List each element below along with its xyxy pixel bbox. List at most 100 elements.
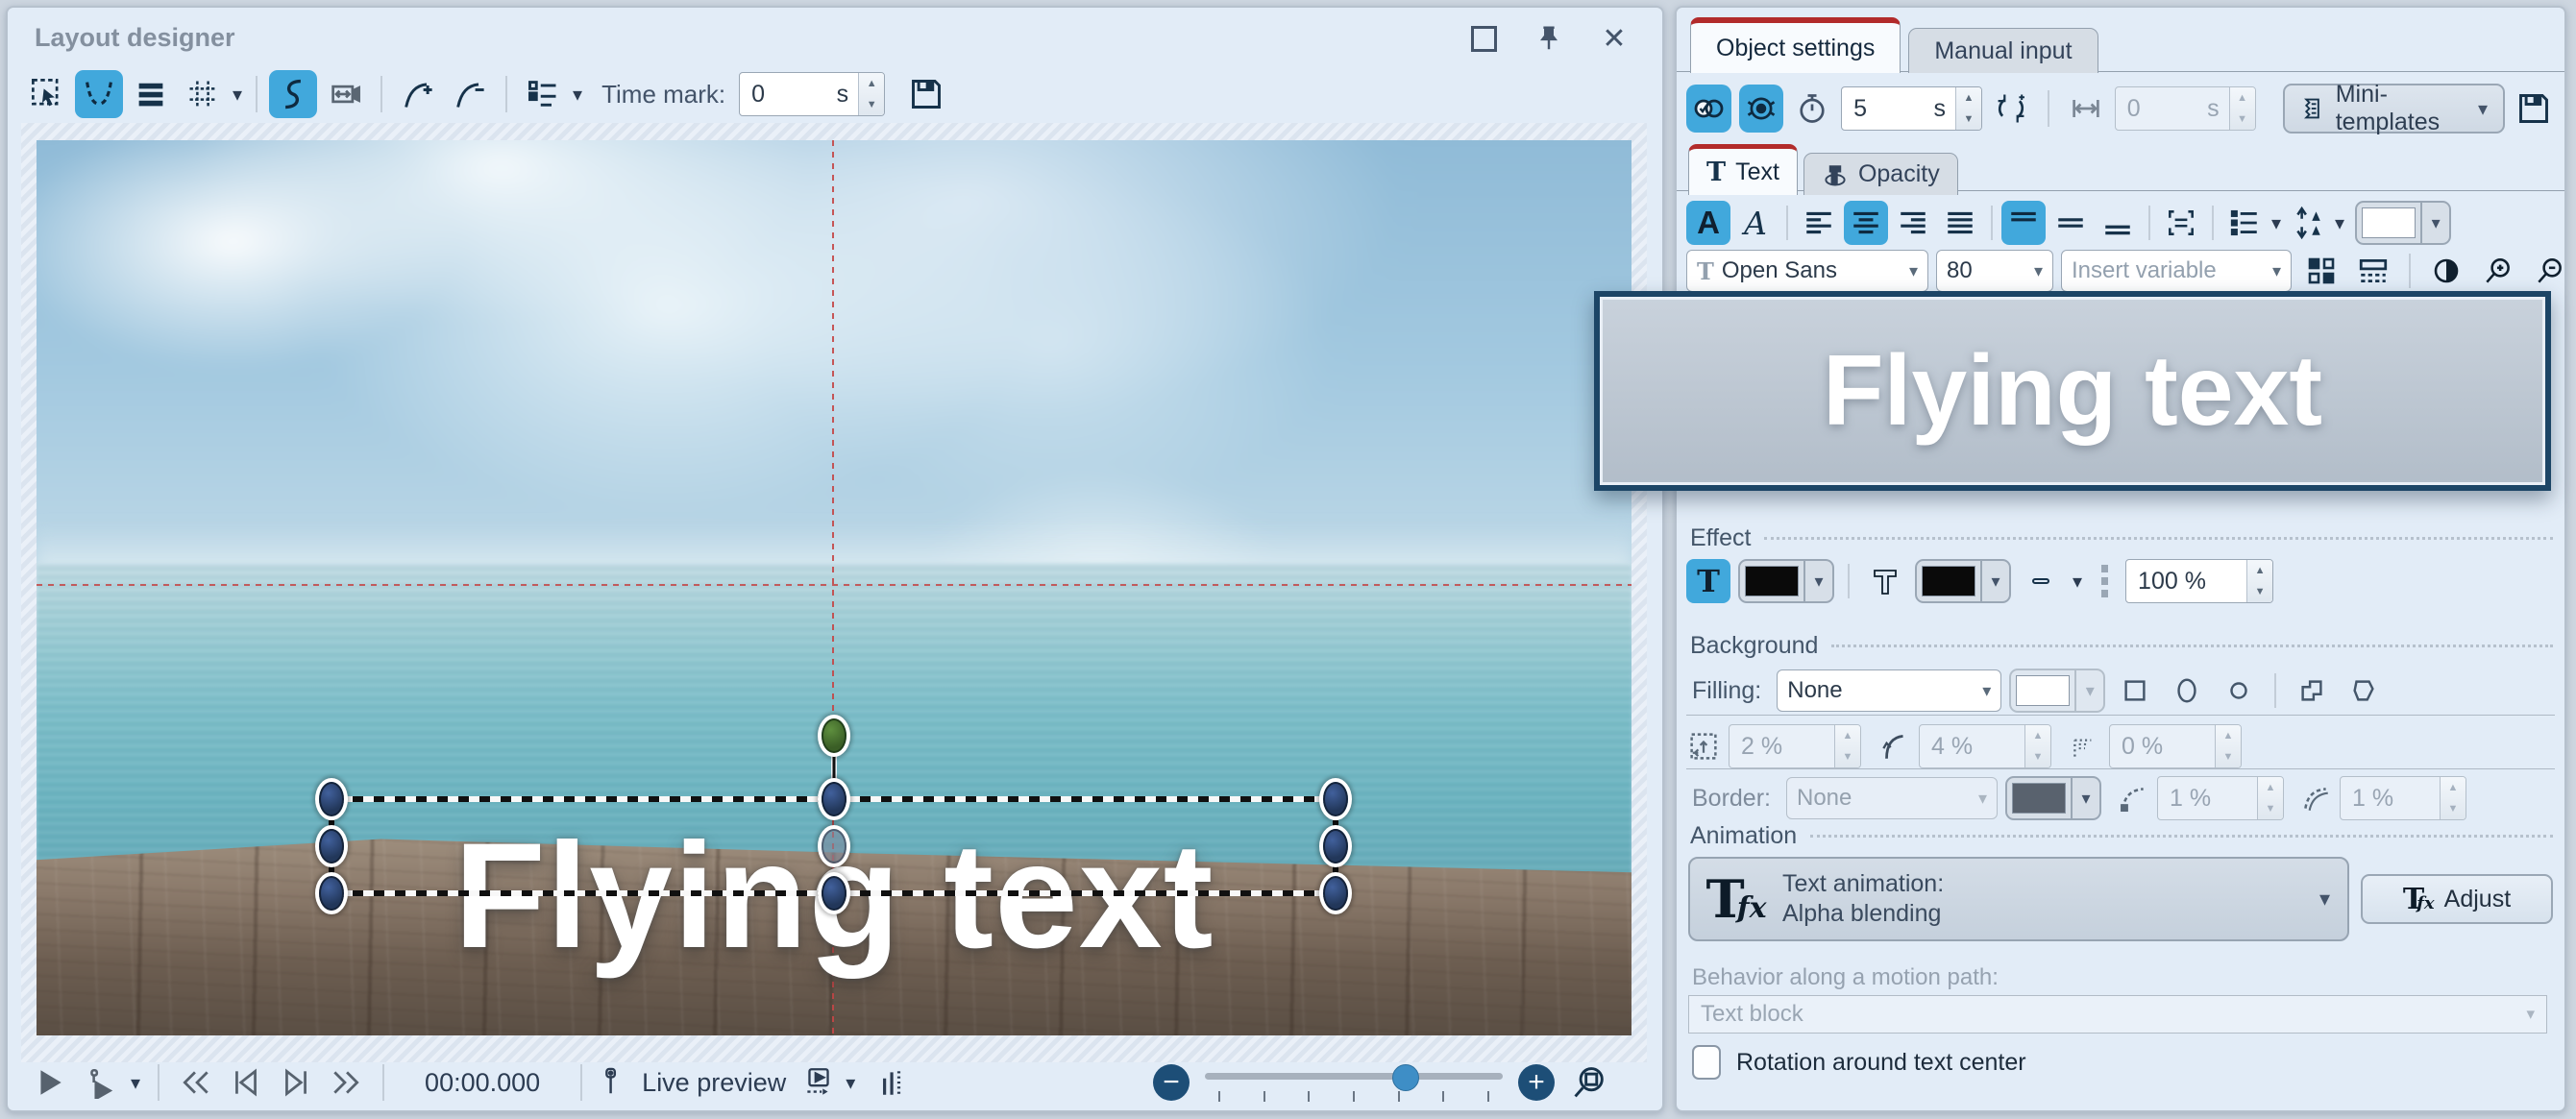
align-right-button[interactable] [1891,201,1935,245]
handle-center[interactable] [821,829,846,864]
insert-variable-select[interactable]: Insert variable ▾ [2061,250,2292,292]
text-outline-color-picker[interactable]: ▾ [1915,559,2011,603]
add-curve-point-button[interactable] [394,70,442,118]
text-effect-arrow[interactable]: ▾ [2073,570,2082,594]
duration-value[interactable]: 5 [1842,87,1933,130]
align-left-button[interactable] [1797,201,1841,245]
text-box-fit-button[interactable] [2159,201,2203,245]
shape-rectangle-button[interactable] [2113,669,2157,713]
list-style-button[interactable] [2222,201,2267,245]
font-color-swatch[interactable] [2362,207,2417,238]
border-color-swatch[interactable] [2011,783,2066,814]
visibility-toggle[interactable] [1738,85,1784,133]
text-outline-toggle[interactable] [1863,559,1907,603]
play-options-arrow[interactable]: ▾ [131,1071,140,1095]
border-color-picker[interactable]: ▾ [2004,776,2101,820]
shape-circle-button[interactable] [2217,669,2261,713]
contrast-button[interactable] [2424,249,2468,293]
zoom-fit-icon[interactable] [1570,1063,1608,1102]
layers-button[interactable] [127,70,175,118]
text-fill-toggle[interactable]: T [1686,559,1730,603]
handle-middle-right[interactable] [1323,829,1348,864]
curve-tool-button[interactable] [269,70,318,118]
shape-custom2-button[interactable] [2342,669,2386,713]
adjust-animation-button[interactable]: Tfx Adjust [2361,874,2553,924]
play-from-marker-button[interactable] [79,1061,121,1104]
text-outline-swatch[interactable] [1922,566,1975,596]
zoom-in-text-button[interactable] [2476,249,2520,293]
play-button[interactable] [29,1061,71,1104]
preview-options-arrow[interactable]: ▾ [846,1071,855,1095]
line-spacing-button[interactable] [2286,201,2330,245]
time-mark-input[interactable]: 0 s ▲ ▼ [739,72,886,116]
tab-text[interactable]: T Text [1688,144,1798,195]
font-size-select[interactable]: 80 ▾ [1936,250,2053,292]
valign-middle-button[interactable] [2049,201,2093,245]
handle-bottom-left[interactable] [319,876,344,911]
effect-opacity-input[interactable]: 100 % ▲ ▼ [2125,559,2274,603]
shape-custom1-button[interactable] [2290,669,2334,713]
line-spacing-arrow[interactable]: ▾ [2335,211,2344,235]
layout-canvas[interactable]: Flying text [37,140,1631,1035]
duration-input[interactable]: 5 s ▲ ▼ [1841,86,1982,131]
handle-top-right[interactable] [1323,782,1348,816]
list-style-arrow[interactable]: ▾ [2271,211,2281,235]
font-color-arrow[interactable]: ▾ [2420,203,2449,243]
character-map-button[interactable] [2299,249,2343,293]
fast-forward-button[interactable] [325,1061,367,1104]
close-button[interactable]: ✕ [1593,17,1635,60]
filling-select[interactable]: None ▾ [1777,669,2002,712]
tab-opacity[interactable]: Opacity [1803,153,1958,195]
grid-dropdown-arrow[interactable]: ▾ [233,83,242,107]
skip-end-button[interactable] [275,1061,317,1104]
auto-duration-button[interactable] [1990,85,2032,132]
skip-start-button[interactable] [225,1061,267,1104]
pin-button[interactable] [1528,17,1570,60]
tab-manual-input[interactable]: Manual input [1908,28,2098,73]
object-list-dropdown-arrow[interactable]: ▾ [573,83,582,107]
align-center-button[interactable] [1844,201,1888,245]
mini-templates-button[interactable]: Mini-templates ▾ [2282,81,2505,135]
zoom-in-button[interactable]: + [1518,1064,1555,1101]
rotation-handle[interactable] [821,718,846,753]
font-family-select[interactable]: T Open Sans ▾ [1686,250,1928,292]
valign-bottom-button[interactable] [2096,201,2140,245]
maximize-button[interactable] [1462,17,1505,60]
handle-top-center[interactable] [821,782,846,816]
tab-object-settings[interactable]: Object settings [1690,17,1901,73]
duration-spinner[interactable]: ▲ ▼ [1955,87,1981,130]
zoom-out-text-button[interactable] [2528,249,2572,293]
handle-bottom-center[interactable] [821,876,846,911]
handle-top-left[interactable] [319,782,344,816]
rewind-button[interactable] [175,1061,217,1104]
object-list-button[interactable] [519,70,567,118]
save-object-button[interactable] [2513,85,2555,132]
time-mark-spinner[interactable]: ▲ ▼ [858,73,885,115]
selection-box[interactable] [319,718,1348,911]
motion-path-tool-button[interactable] [75,70,123,118]
camera-pan-button[interactable] [321,70,369,118]
zoom-slider-track[interactable] [1205,1073,1503,1080]
paragraph-settings-button[interactable] [2351,249,2395,293]
statistics-icon[interactable] [874,1066,907,1099]
justify-button[interactable] [1938,201,1982,245]
link-duration-toggle[interactable] [1686,85,1731,133]
save-time-mark-button[interactable] [902,70,950,118]
select-tool-button[interactable] [23,70,71,118]
handle-middle-left[interactable] [319,829,344,864]
shape-ellipse-button[interactable] [2165,669,2209,713]
preview-text[interactable]: Flying text [1823,334,2322,449]
time-mark-value[interactable]: 0 [740,73,837,115]
text-effect-button[interactable] [2019,559,2063,603]
italic-button[interactable]: A [1733,201,1778,245]
preview-window-icon[interactable] [801,1065,836,1100]
grid-button[interactable] [179,70,227,118]
text-fill-color-picker[interactable]: ▾ [1738,559,1834,603]
text-editor-preview[interactable]: Flying text [1594,291,2551,491]
text-fill-swatch[interactable] [1745,566,1799,596]
duration-stopwatch-button[interactable] [1791,85,1833,132]
font-color-picker[interactable]: ▾ [2355,201,2452,245]
zoom-slider-thumb[interactable] [1392,1064,1420,1091]
rotation-checkbox[interactable] [1692,1045,1721,1080]
text-animation-select[interactable]: Tfx Text animation: Alpha blending ▾ [1688,857,2349,941]
